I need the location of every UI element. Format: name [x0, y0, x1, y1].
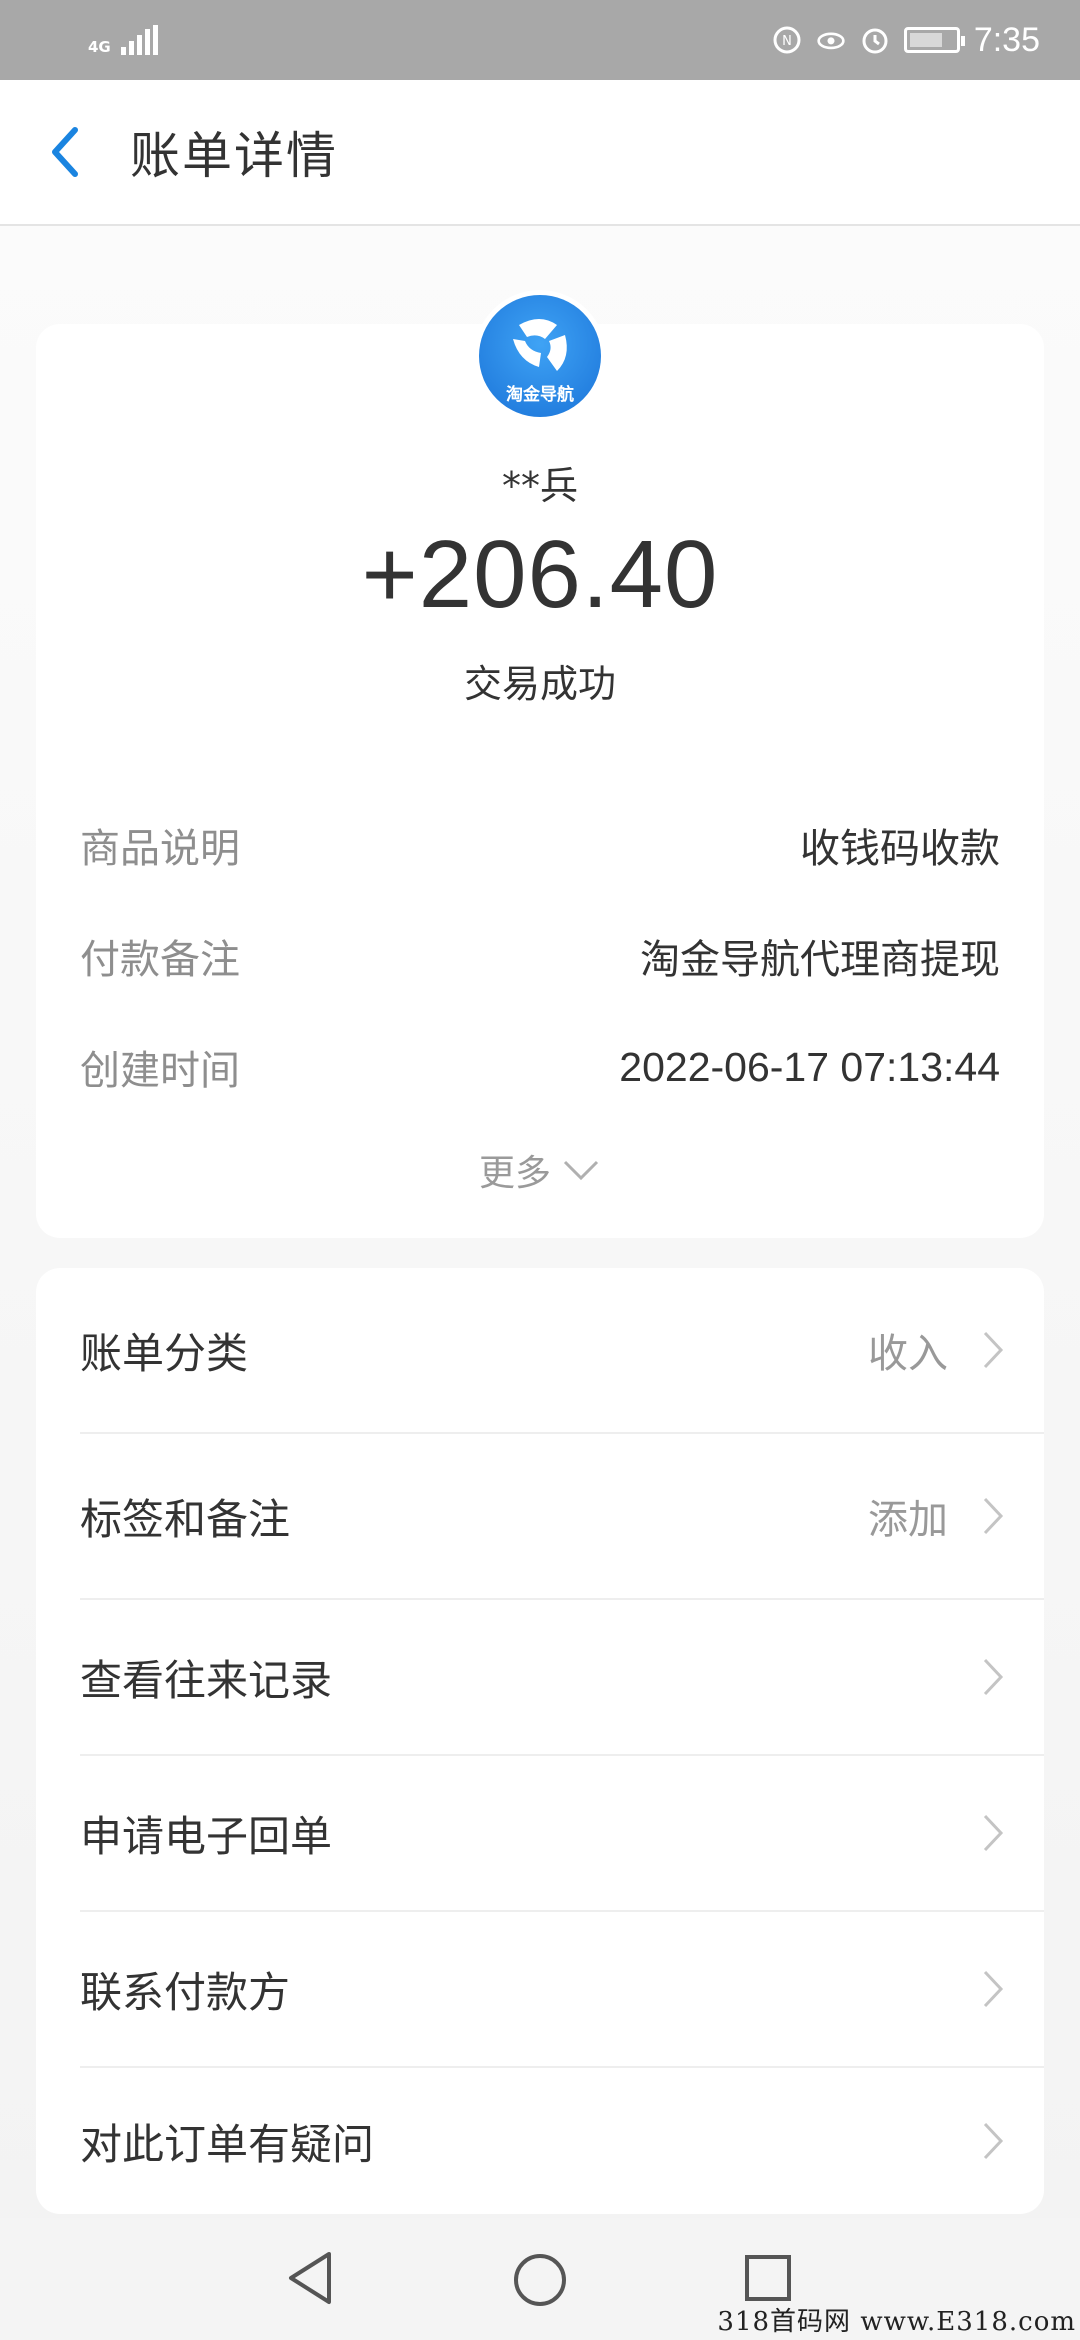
- page-title: 账单详情: [130, 127, 338, 185]
- nav-recents-icon: [745, 2255, 791, 2301]
- detail-value: 2022-06-17 07:13:44: [619, 1043, 1000, 1090]
- signal-indicator: 4G: [88, 25, 158, 55]
- chevron-right-icon: [983, 1970, 1004, 2008]
- signal-bars-icon: [120, 25, 158, 55]
- menu-label: 标签和备注: [80, 1494, 291, 1544]
- detail-label: 付款备注: [80, 937, 240, 983]
- menu-label: 对此订单有疑问: [80, 2119, 375, 2169]
- logo-caption: 淘金导航: [506, 385, 574, 405]
- merchant-logo: 淘金导航: [474, 290, 606, 422]
- nfc-icon: N: [772, 25, 802, 55]
- clock: 7:35: [973, 20, 1040, 59]
- menu-item-contact-payer[interactable]: 联系付款方: [36, 1912, 1044, 2066]
- nav-back-icon: [289, 2252, 331, 2304]
- alarm-icon: [860, 25, 890, 55]
- battery-icon: [903, 27, 965, 53]
- actions-card: 账单分类 收入 标签和备注 添加 查看往来记录 申请电子回单 联系付款方 对此订…: [36, 1268, 1044, 2214]
- detail-row-description: 商品说明 收钱码收款: [80, 815, 1000, 875]
- chevron-right-icon: [983, 1658, 1004, 1696]
- transaction-amount: +206.40: [361, 521, 719, 628]
- back-arrow-icon: [52, 127, 78, 177]
- nav-back-button[interactable]: [280, 2248, 340, 2308]
- chevron-down-icon: [563, 1160, 599, 1181]
- chevron-right-icon: [983, 1814, 1004, 1852]
- detail-row-remark: 付款备注 淘金导航代理商提现: [80, 926, 1000, 986]
- status-icons: N 7:35: [772, 21, 1040, 60]
- detail-label: 创建时间: [80, 1048, 240, 1094]
- transaction-status: 交易成功: [463, 662, 616, 706]
- menu-item-transaction-history[interactable]: 查看往来记录: [36, 1600, 1044, 1754]
- more-button[interactable]: 更多: [0, 1144, 1080, 1196]
- svg-text:N: N: [782, 34, 792, 49]
- more-label: 更多: [478, 1153, 551, 1194]
- logo-badge: 淘金导航: [479, 295, 601, 417]
- detail-row-created-time: 创建时间 2022-06-17 07:13:44: [80, 1037, 1000, 1097]
- chevron-right-icon: [983, 2122, 1004, 2160]
- header-bar: 账单详情: [0, 80, 1080, 226]
- eye-comfort-icon: [816, 25, 846, 55]
- menu-label: 查看往来记录: [80, 1655, 333, 1705]
- detail-value: 收钱码收款: [800, 826, 1000, 872]
- status-bar: 4G N 7:35: [0, 0, 1080, 80]
- menu-label: 联系付款方: [80, 1967, 291, 2017]
- menu-value: 添加: [868, 1497, 948, 1543]
- back-button[interactable]: [0, 79, 130, 225]
- menu-label: 账单分类: [80, 1328, 249, 1378]
- menu-label: 申请电子回单: [80, 1811, 333, 1861]
- nav-recents-button[interactable]: [738, 2248, 798, 2308]
- menu-item-tags-notes[interactable]: 标签和备注 添加: [36, 1434, 1044, 1598]
- network-type: 4G: [88, 38, 111, 56]
- menu-item-order-question[interactable]: 对此订单有疑问: [36, 2068, 1044, 2214]
- chevron-right-icon: [983, 1331, 1004, 1369]
- detail-value: 淘金导航代理商提现: [640, 937, 1000, 983]
- menu-item-bill-category[interactable]: 账单分类 收入: [36, 1268, 1044, 1432]
- menu-item-e-receipt[interactable]: 申请电子回单: [36, 1756, 1044, 1910]
- nav-home-button[interactable]: [508, 2248, 572, 2312]
- detail-label: 商品说明: [80, 826, 240, 872]
- watermark-text: 318首码网 www.E318.com: [717, 2307, 1076, 2337]
- menu-value: 收入: [868, 1331, 948, 1377]
- nav-home-icon: [514, 2254, 566, 2306]
- payer-name: **兵: [501, 464, 578, 508]
- chevron-right-icon: [983, 1497, 1004, 1535]
